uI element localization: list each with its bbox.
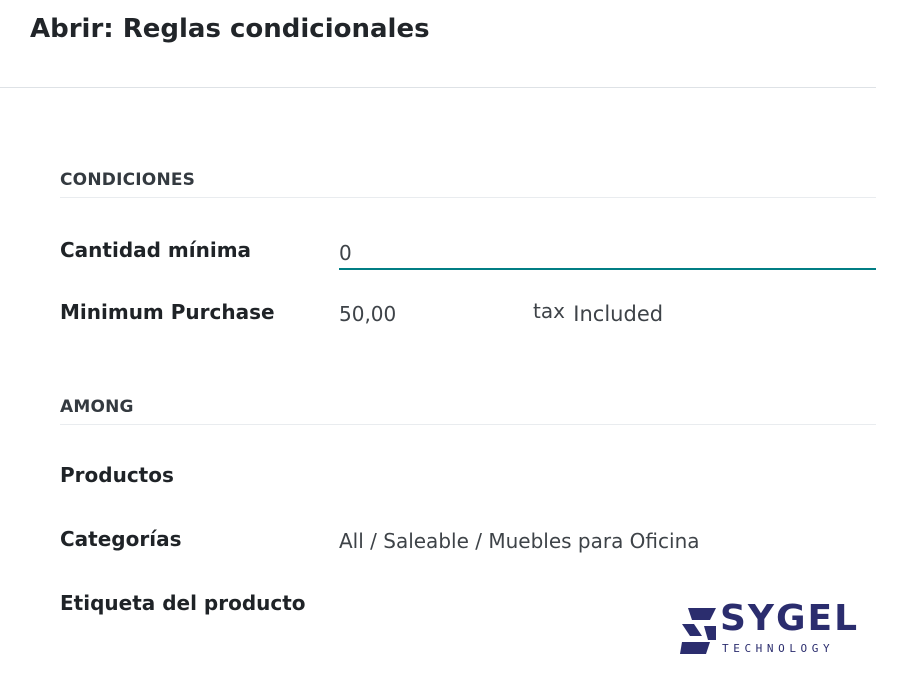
- min-purchase-value[interactable]: 50,00: [339, 302, 396, 326]
- min-purchase-label: Minimum Purchase: [60, 300, 275, 324]
- conditional-rules-dialog: Abrir: Reglas condicionales CONDICIONES …: [0, 0, 900, 700]
- min-quantity-input[interactable]: [339, 232, 876, 270]
- product-tag-label: Etiqueta del producto: [60, 591, 306, 615]
- among-section: AMONG: [60, 397, 876, 425]
- min-quantity-row: Cantidad mínima: [60, 232, 876, 278]
- categories-value[interactable]: All / Saleable / Muebles para Oficina: [339, 529, 700, 553]
- logo-tagline: TECHNOLOGY: [722, 642, 835, 655]
- logo-name: SYGEL: [720, 598, 860, 639]
- tax-word: tax: [533, 299, 565, 323]
- tax-status-select[interactable]: Included: [573, 302, 663, 326]
- min-purchase-row: Minimum Purchase 50,00 tax Included: [60, 299, 876, 340]
- conditions-section: CONDICIONES: [60, 170, 876, 198]
- sygel-logo: SYGEL TECHNOLOGY: [680, 598, 860, 664]
- among-section-title: AMONG: [60, 397, 876, 425]
- conditions-section-title: CONDICIONES: [60, 170, 876, 198]
- products-label: Productos: [60, 463, 174, 487]
- dialog-title: Abrir: Reglas condicionales: [30, 14, 430, 44]
- products-row: Productos: [60, 463, 876, 503]
- dialog-header: Abrir: Reglas condicionales: [0, 0, 876, 88]
- categories-label: Categorías: [60, 527, 182, 551]
- categories-row: Categorías All / Saleable / Muebles para…: [60, 527, 876, 567]
- min-quantity-label: Cantidad mínima: [60, 238, 252, 262]
- sygel-mark-icon: [680, 608, 716, 654]
- tax-included-field[interactable]: tax Included: [533, 299, 663, 326]
